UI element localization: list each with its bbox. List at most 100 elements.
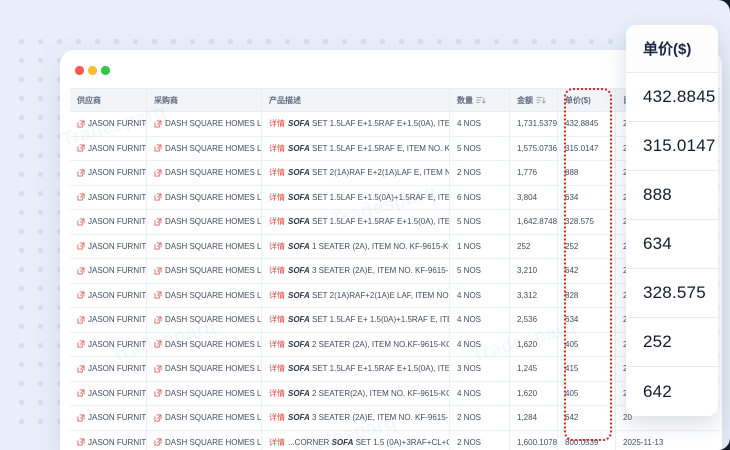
- table-row: JASON FURNITU DASH SQUARE HOMES L 详情 SOF…: [70, 137, 720, 162]
- company-link-icon: [77, 365, 85, 373]
- product-description-cell: 详情 SOFA 2 SEATER(2A), ITEM NO. KF-9615-K…: [262, 382, 450, 406]
- detail-link[interactable]: 详情: [269, 314, 285, 325]
- amount-cell: 3,312: [510, 284, 558, 308]
- unit-price-cell: 432.8845: [558, 112, 616, 136]
- buyer-link[interactable]: DASH SQUARE HOMES L: [154, 242, 261, 251]
- supplier-link[interactable]: JASON FURNITU: [77, 193, 146, 202]
- detail-link[interactable]: 详情: [269, 412, 285, 423]
- detail-link[interactable]: 详情: [269, 388, 285, 399]
- unit-price-cell: 328.575: [558, 210, 616, 234]
- company-link-icon: [154, 365, 162, 373]
- quantity-cell: 4 NOS: [450, 333, 510, 357]
- buyer-cell: DASH SQUARE HOMES L: [147, 382, 262, 406]
- buyer-link[interactable]: DASH SQUARE HOMES L: [154, 119, 261, 128]
- unit-price-magnifier-panel: 单价($) 432.8845315.0147888634328.57525264…: [626, 25, 718, 416]
- product-description-text: SOFA 2 SEATER (2A), ITEM NO.KF-9615-KG S…: [288, 340, 449, 349]
- supplier-link[interactable]: JASON FURNITU: [77, 438, 146, 447]
- supplier-link[interactable]: JASON FURNITU: [77, 119, 146, 128]
- supplier-link[interactable]: JASON FURNITU: [77, 315, 146, 324]
- magnifier-value: 634: [626, 220, 718, 269]
- company-link-icon: [154, 389, 162, 397]
- amount-cell: 3,210: [510, 259, 558, 283]
- quantity-cell: 2 NOS: [450, 161, 510, 185]
- buyer-link[interactable]: DASH SQUARE HOMES L: [154, 315, 261, 324]
- company-link-icon: [77, 169, 85, 177]
- company-link-icon: [154, 218, 162, 226]
- buyer-cell: DASH SQUARE HOMES L: [147, 431, 262, 450]
- company-link-icon: [154, 120, 162, 128]
- buyer-cell: DASH SQUARE HOMES L: [147, 357, 262, 381]
- supplier-link[interactable]: JASON FURNITU: [77, 291, 146, 300]
- detail-link[interactable]: 详情: [269, 167, 285, 178]
- detail-link[interactable]: 详情: [269, 143, 285, 154]
- supplier-link[interactable]: JASON FURNITU: [77, 413, 146, 422]
- detail-link[interactable]: 详情: [269, 290, 285, 301]
- company-link-icon: [154, 144, 162, 152]
- detail-link[interactable]: 详情: [269, 363, 285, 374]
- detail-link[interactable]: 详情: [269, 437, 285, 448]
- company-link-icon: [154, 340, 162, 348]
- buyer-link[interactable]: DASH SQUARE HOMES L: [154, 266, 261, 275]
- detail-link[interactable]: 详情: [269, 265, 285, 276]
- buyer-link[interactable]: DASH SQUARE HOMES L: [154, 364, 261, 373]
- buyer-link[interactable]: DASH SQUARE HOMES L: [154, 291, 261, 300]
- detail-link[interactable]: 详情: [269, 192, 285, 203]
- amount-cell: 1,284: [510, 406, 558, 430]
- buyer-link[interactable]: DASH SQUARE HOMES L: [154, 217, 261, 226]
- sort-icon[interactable]: [476, 96, 486, 105]
- detail-link[interactable]: 详情: [269, 118, 285, 129]
- table-row: JASON FURNITU DASH SQUARE HOMES L 详情 SOF…: [70, 357, 720, 382]
- company-link-icon: [77, 414, 85, 422]
- buyer-cell: DASH SQUARE HOMES L: [147, 259, 262, 283]
- supplier-link[interactable]: JASON FURNITU: [77, 389, 146, 398]
- window-close-button[interactable]: [75, 66, 84, 75]
- buyer-link[interactable]: DASH SQUARE HOMES L: [154, 438, 261, 447]
- supplier-link[interactable]: JASON FURNITU: [77, 266, 146, 275]
- unit-price-cell: 800.0539: [558, 431, 616, 450]
- supplier-link[interactable]: JASON FURNITU: [77, 144, 146, 153]
- table-header-row: 供应商采购商产品描述数量金额单价($)日期: [70, 88, 720, 112]
- product-description-cell: 详情 SOFA 3 SEATER (2A)E, ITEM NO. KF-9615…: [262, 259, 450, 283]
- column-header-3[interactable]: 数量: [450, 89, 510, 111]
- window-minimize-button[interactable]: [88, 66, 97, 75]
- supplier-link[interactable]: JASON FURNITU: [77, 242, 146, 251]
- supplier-cell: JASON FURNITU: [70, 259, 147, 283]
- product-description-cell: 详情 SOFA SET 1.5LAF E+ 1.5(0A)+1.5RAF E, …: [262, 308, 450, 332]
- unit-price-cell: 405: [558, 382, 616, 406]
- quantity-cell: 2 NOS: [450, 406, 510, 430]
- sort-icon[interactable]: [536, 96, 546, 105]
- company-link-icon: [154, 242, 162, 250]
- company-link-icon: [77, 193, 85, 201]
- detail-link[interactable]: 详情: [269, 241, 285, 252]
- supplier-link[interactable]: JASON FURNITU: [77, 340, 146, 349]
- buyer-link[interactable]: DASH SQUARE HOMES L: [154, 144, 261, 153]
- table-body: JASON FURNITU DASH SQUARE HOMES L 详情 SOF…: [70, 112, 720, 450]
- product-description-cell: 详情 SOFA 2 SEATER (2A), ITEM NO.KF-9615-K…: [262, 333, 450, 357]
- supplier-link[interactable]: JASON FURNITU: [77, 217, 146, 226]
- window-zoom-button[interactable]: [101, 66, 110, 75]
- detail-link[interactable]: 详情: [269, 216, 285, 227]
- supplier-link[interactable]: JASON FURNITU: [77, 168, 146, 177]
- supplier-cell: JASON FURNITU: [70, 186, 147, 210]
- company-link-icon: [154, 438, 162, 446]
- buyer-link[interactable]: DASH SQUARE HOMES L: [154, 413, 261, 422]
- table-row: JASON FURNITU DASH SQUARE HOMES L 详情 SOF…: [70, 308, 720, 333]
- table-row: JASON FURNITU DASH SQUARE HOMES L 详情 SOF…: [70, 186, 720, 211]
- company-link-icon: [77, 291, 85, 299]
- detail-link[interactable]: 详情: [269, 339, 285, 350]
- supplier-link[interactable]: JASON FURNITU: [77, 364, 146, 373]
- amount-cell: 1,245: [510, 357, 558, 381]
- supplier-cell: JASON FURNITU: [70, 308, 147, 332]
- table-row: JASON FURNITU DASH SQUARE HOMES L 详情 SOF…: [70, 406, 720, 431]
- buyer-link[interactable]: DASH SQUARE HOMES L: [154, 340, 261, 349]
- company-link-icon: [77, 340, 85, 348]
- buyer-link[interactable]: DASH SQUARE HOMES L: [154, 193, 261, 202]
- buyer-link[interactable]: DASH SQUARE HOMES L: [154, 168, 261, 177]
- buyer-link[interactable]: DASH SQUARE HOMES L: [154, 389, 261, 398]
- column-header-4[interactable]: 金额: [510, 89, 558, 111]
- product-description-text: SOFA 3 SEATER (2A)E, ITEM NO. KF-9615-KG…: [288, 413, 449, 422]
- product-description-cell: 详情 SOFA SET 2(1A)RAF+2(1A)E LAF, ITEM NO…: [262, 284, 450, 308]
- quantity-cell: 5 NOS: [450, 137, 510, 161]
- amount-cell: 3,804: [510, 186, 558, 210]
- screenshot-root: TradesparqTradesparqTradesparqTradesparq…: [0, 0, 730, 450]
